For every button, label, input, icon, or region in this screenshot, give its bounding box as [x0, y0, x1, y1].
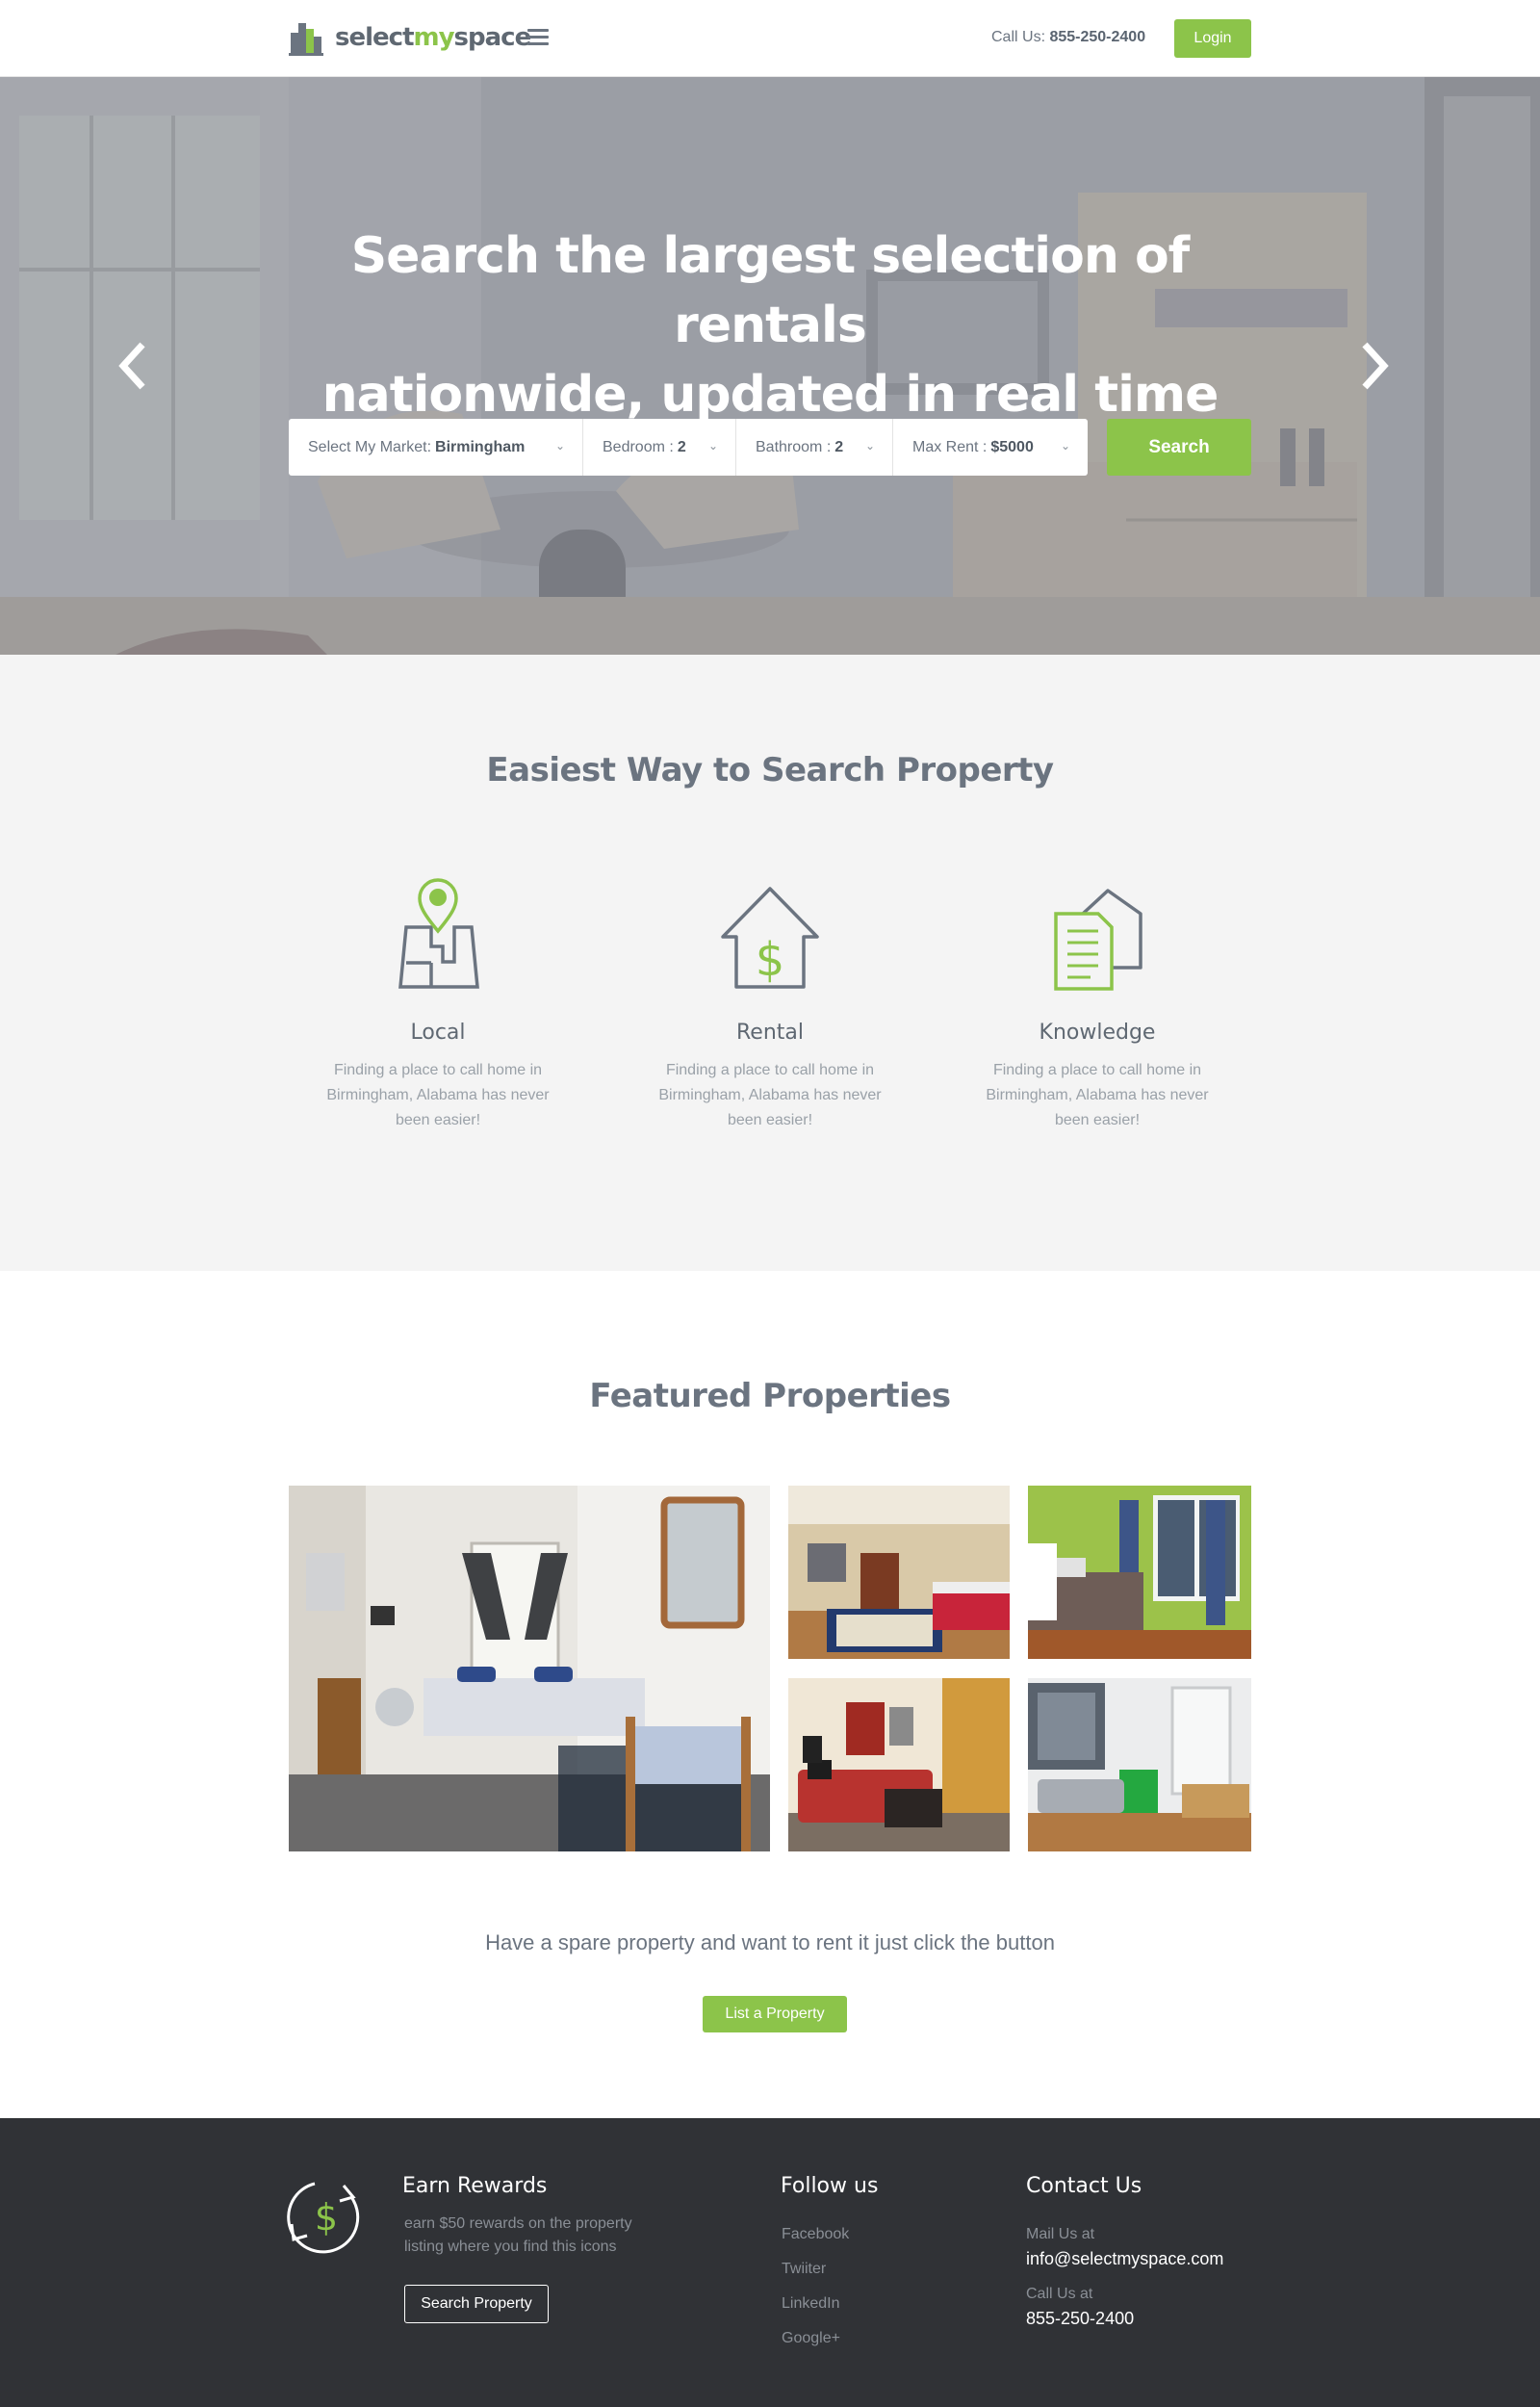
linkedin-link[interactable]: LinkedIn — [782, 2295, 840, 2313]
chevron-right-icon[interactable] — [1355, 337, 1394, 395]
list-property-prompt: Have a spare property and want to rent i… — [485, 1930, 1055, 1954]
login-button[interactable]: Login — [1174, 19, 1251, 58]
search-button[interactable]: Search — [1107, 419, 1251, 476]
rewards-dollar-icon: $ — [287, 2182, 360, 2254]
googleplus-link[interactable]: Google+ — [782, 2330, 840, 2347]
hero-title: Search the largest selection of rentals … — [321, 227, 1219, 424]
rewards-title: Earn Rewards — [402, 2174, 548, 2198]
mail-label: Mail Us at — [1026, 2226, 1095, 2242]
search-bar: Select My Market: Birmingham ⌄ Bedroom :2… — [289, 419, 1088, 476]
mail-value[interactable]: info@selectmyspace.com — [1026, 2249, 1223, 2269]
chevron-left-icon[interactable] — [114, 337, 152, 395]
feature-title: Rental — [736, 1021, 804, 1045]
bedroom-select[interactable]: Bedroom :2 ⌄ — [583, 419, 736, 476]
site-footer: $ Earn Rewards earn $50 rewards on the p… — [0, 2118, 1540, 2407]
twitter-link[interactable]: Twiiter — [782, 2261, 826, 2278]
bathroom-select[interactable]: Bathroom :2 ⌄ — [736, 419, 893, 476]
property-photo-3[interactable] — [1028, 1486, 1251, 1659]
house-dollar-icon: $ — [721, 887, 819, 989]
search-property-button[interactable]: Search Property — [404, 2285, 549, 2323]
logo-text: selectmyspace — [335, 23, 531, 52]
svg-text:$: $ — [756, 933, 785, 987]
header-call: Call Us: 855-250-2400 — [991, 29, 1146, 45]
feature-text: Finding a place to call home in Birmingh… — [326, 1062, 550, 1128]
building-logo-icon — [289, 23, 323, 56]
site-header: selectmyspace Call Us: 855-250-2400 Logi… — [0, 0, 1540, 77]
svg-text:$: $ — [315, 2196, 338, 2239]
property-photo-4[interactable] — [788, 1678, 1010, 1851]
facebook-link[interactable]: Facebook — [782, 2226, 849, 2243]
hero-banner: Search the largest selection of rentals … — [0, 77, 1540, 655]
feature-knowledge: Knowledge Finding a place to call home i… — [972, 871, 1222, 1133]
section-title: Easiest Way to Search Property — [486, 751, 1054, 789]
max-rent-select[interactable]: Max Rent : $5000 ⌄ — [893, 419, 1088, 476]
menu-icon[interactable] — [527, 29, 549, 46]
property-photo-5[interactable] — [1028, 1678, 1251, 1851]
rewards-text: earn $50 rewards on the property listing… — [404, 2215, 632, 2255]
property-photo-large[interactable] — [289, 1486, 770, 1851]
call-value[interactable]: 855-250-2400 — [1026, 2309, 1134, 2329]
contact-title: Contact Us — [1026, 2174, 1142, 2198]
chevron-down-icon: ⌄ — [707, 439, 718, 453]
feature-local: Local Finding a place to call home in Bi… — [313, 871, 563, 1133]
chevron-down-icon: ⌄ — [554, 439, 565, 453]
map-pin-icon — [398, 878, 479, 989]
header-phone[interactable]: 855-250-2400 — [1049, 29, 1145, 45]
chevron-down-icon: ⌄ — [864, 439, 875, 453]
market-select[interactable]: Select My Market: Birmingham ⌄ — [289, 419, 583, 476]
document-house-icon — [1054, 889, 1142, 991]
logo[interactable]: selectmyspace — [289, 19, 531, 56]
feature-rental: $ Rental Finding a place to call home in… — [645, 871, 895, 1133]
chevron-down-icon: ⌄ — [1060, 439, 1070, 453]
feature-text: Finding a place to call home in Birmingh… — [658, 1062, 882, 1128]
property-photo-2[interactable] — [788, 1486, 1010, 1659]
feature-title: Local — [410, 1021, 466, 1045]
featured-title: Featured Properties — [589, 1377, 951, 1415]
easiest-way-section: Easiest Way to Search Property Local Fin… — [0, 655, 1540, 1271]
follow-title: Follow us — [781, 2174, 879, 2198]
feature-title: Knowledge — [1039, 1021, 1156, 1045]
call-label: Call Us at — [1026, 2286, 1093, 2302]
feature-text: Finding a place to call home in Birmingh… — [986, 1062, 1209, 1128]
list-property-button[interactable]: List a Property — [703, 1996, 847, 2032]
